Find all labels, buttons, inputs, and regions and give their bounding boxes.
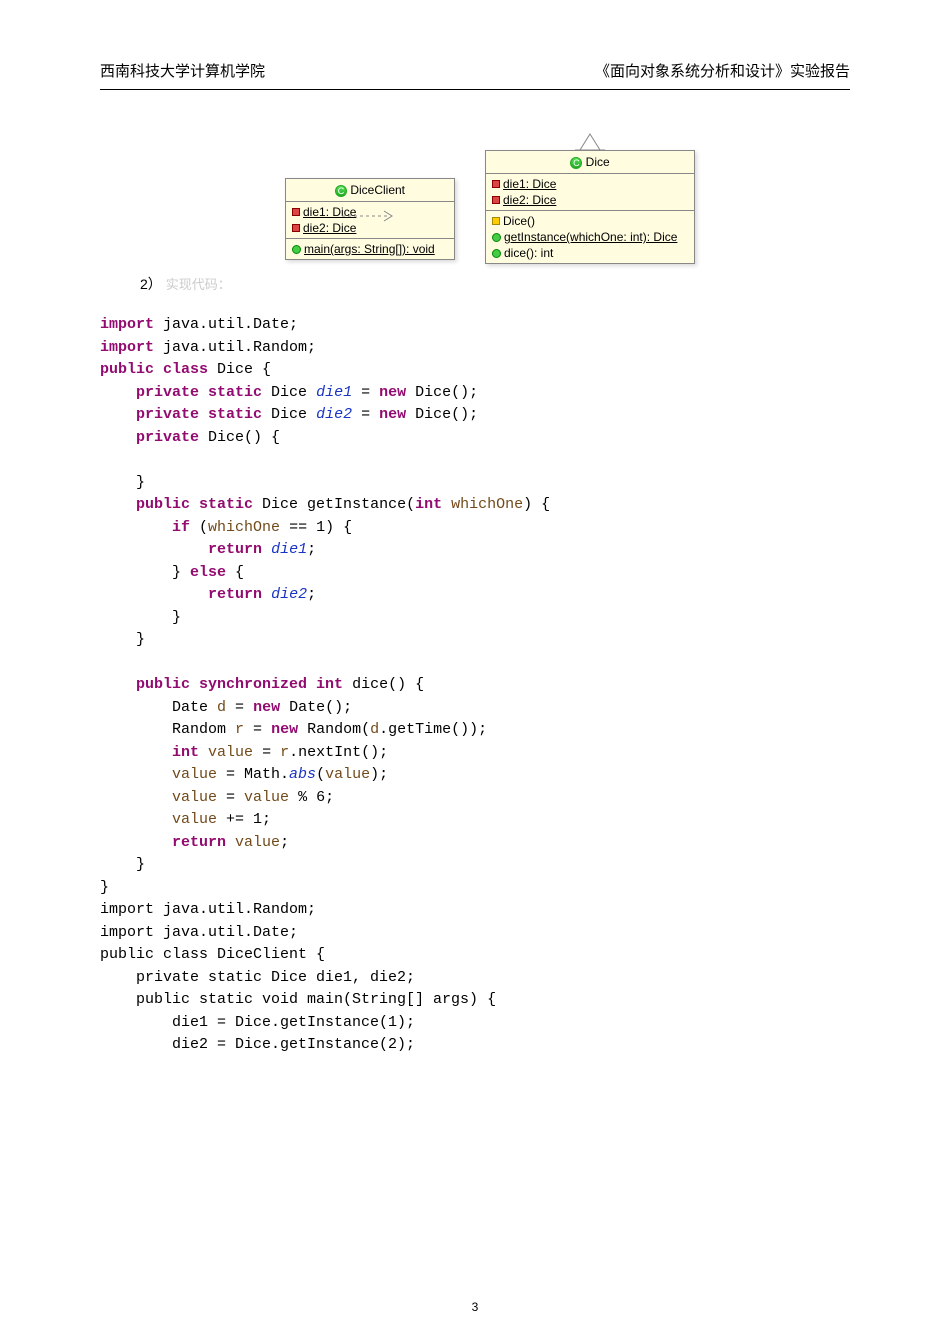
header-left: 西南科技大学计算机学院 [100,60,265,81]
class-icon: C [570,157,582,169]
uml-fields: die1: Dice die2: Dice [286,202,454,239]
class-icon: C [335,185,347,197]
section-label: 2） 实现代码： [140,274,850,294]
public-method-icon [492,249,501,258]
uml-title-text: DiceClient [350,183,405,197]
code-listing: import java.util.Date; import java.util.… [100,314,850,1057]
realization-notch-icon [575,132,605,152]
private-field-icon [492,180,500,188]
uml-diagram: C DiceClient die1: Dice die2: Dice main(… [130,150,850,264]
uml-methods: Dice() getInstance(whichOne: int): Dice … [486,211,694,263]
public-method-icon [492,233,501,242]
uml-right-wrap: C Dice die1: Dice die2: Dice Dice() getI… [485,150,695,264]
header-right: 《面向对象系统分析和设计》实验报告 [595,60,850,81]
uml-method: dice(): int [504,246,553,260]
uml-method: Dice() [503,214,535,228]
public-method-icon [292,245,301,254]
uml-class-title: C Dice [486,151,694,174]
uml-field: die2: Dice [303,221,356,235]
page-header: 西南科技大学计算机学院 《面向对象系统分析和设计》实验报告 [100,60,850,81]
uml-class-diceclient: C DiceClient die1: Dice die2: Dice main(… [285,178,455,260]
private-field-icon [292,224,300,232]
section-faded-text: 实现代码： [166,277,231,292]
uml-field: die1: Dice [303,205,356,219]
uml-methods: main(args: String[]): void [286,239,454,259]
uml-fields: die1: Dice die2: Dice [486,174,694,211]
uml-title-text: Dice [586,155,610,169]
uml-class-title: C DiceClient [286,179,454,202]
private-field-icon [292,208,300,216]
uml-field: die1: Dice [503,177,556,191]
header-rule [100,89,850,90]
page-number: 3 [472,1300,479,1314]
uml-class-dice: C Dice die1: Dice die2: Dice Dice() getI… [485,150,695,264]
uml-method: main(args: String[]): void [304,242,435,256]
private-field-icon [492,196,500,204]
constructor-icon [492,217,500,225]
uml-field: die2: Dice [503,193,556,207]
section-number: 2） [140,276,162,292]
uml-method: getInstance(whichOne: int): Dice [504,230,677,244]
